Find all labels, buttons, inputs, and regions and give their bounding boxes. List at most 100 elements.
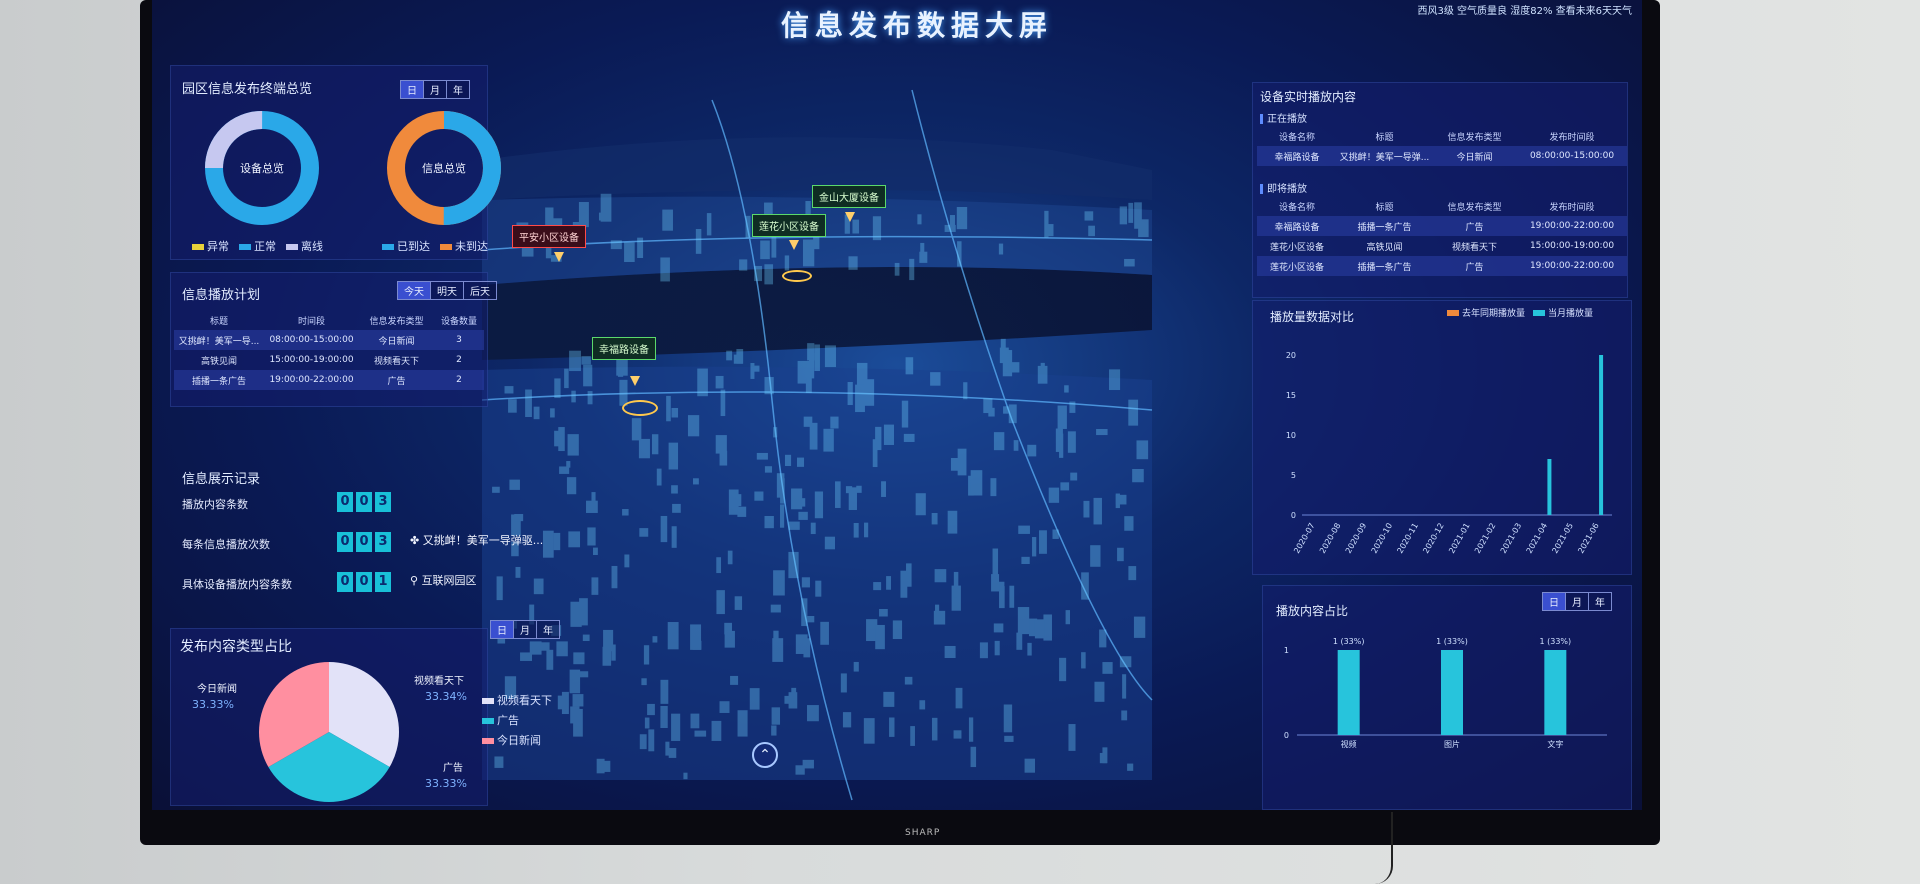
y-tick-label: 0 bbox=[1291, 511, 1296, 520]
ratio-range-toggle: 日 月 年 bbox=[1542, 592, 1612, 611]
pie-label-news: 今日新闻 bbox=[197, 684, 237, 695]
record-counter: 003 bbox=[337, 492, 391, 512]
upcoming-table: 设备名称 标题 信息发布类型 发布时间段 幸福路设备 插播一条广告 广告 19:… bbox=[1257, 196, 1627, 276]
record-label: 播放内容条数 bbox=[182, 498, 248, 511]
x-tick-label: 2020-11 bbox=[1395, 522, 1420, 555]
table-row[interactable]: 莲花小区设备 高铁见闻 视频看天下 15:00:00-19:00:00 bbox=[1257, 236, 1627, 256]
records-title: 信息展示记录 bbox=[182, 472, 261, 487]
pie-label-ad: 广告 bbox=[443, 763, 463, 774]
compare-title: 播放量数据对比 bbox=[1270, 310, 1355, 324]
record-extra[interactable]: ⚲ 互联网园区 bbox=[410, 572, 477, 588]
types-title: 发布内容类型占比 bbox=[180, 639, 292, 655]
plan-title: 信息播放计划 bbox=[182, 288, 261, 303]
pie-value-ad: 33.33% bbox=[425, 777, 467, 790]
table-row[interactable]: 高铁见闻 15:00:00-19:00:00 视频看天下 2 bbox=[174, 350, 484, 370]
record-label: 每条信息播放次数 bbox=[182, 538, 270, 551]
realtime-title: 设备实时播放内容 bbox=[1260, 90, 1357, 104]
table-row[interactable]: 幸福路设备 又挑衅！美军一导弹... 今日新闻 08:00:00-15:00:0… bbox=[1257, 146, 1627, 166]
dashboard-screen: 信息发布数据大屏 西风3级 空气质量良 湿度82% 查看未来6天天气 平安小区设… bbox=[152, 0, 1642, 810]
data-label: 1 (33%) bbox=[1436, 637, 1468, 646]
types-pie bbox=[259, 662, 399, 802]
overview-title: 园区信息发布终端总览 bbox=[182, 82, 313, 97]
plan-table: 标题 时间段 信息发布类型 设备数量 又挑衅！美军一导... 08:00:00-… bbox=[174, 310, 484, 390]
x-tick-label: 文字 bbox=[1547, 739, 1563, 749]
range-year-button[interactable]: 年 bbox=[1589, 593, 1611, 610]
now-playing-table: 设备名称 标题 信息发布类型 发布时间段 幸福路设备 又挑衅！美军一导弹... … bbox=[1257, 126, 1627, 166]
range-day-button[interactable]: 日 bbox=[401, 81, 424, 98]
compare-legend: 去年同期播放量 当月播放量 bbox=[1447, 306, 1593, 319]
table-header-row: 设备名称 标题 信息发布类型 发布时间段 bbox=[1278, 132, 1595, 143]
table-header-row: 标题 时间段 信息发布类型 设备数量 bbox=[209, 316, 477, 327]
ratio-bar-chart: 0 1 1 (33%) 视频 1 (33%) 图片 1 (33%) 文字 bbox=[1284, 637, 1607, 749]
range-month-button[interactable]: 月 bbox=[424, 81, 447, 98]
x-tick-label: 2021-05 bbox=[1550, 522, 1575, 555]
legend-arrived: 已到达 bbox=[382, 238, 430, 254]
marker-pin-icon bbox=[789, 240, 799, 250]
marker-xingfu[interactable]: 幸福路设备 bbox=[592, 337, 656, 360]
day-today-button[interactable]: 今天 bbox=[398, 282, 431, 299]
data-label: 1 (33%) bbox=[1540, 637, 1572, 646]
legend-normal: 正常 bbox=[239, 238, 276, 254]
x-tick-label: 2021-03 bbox=[1499, 522, 1524, 555]
page-title: 信息发布数据大屏 bbox=[780, 9, 1053, 42]
device-overview-label: 设备总览 bbox=[240, 162, 284, 175]
x-tick-label: 2021-02 bbox=[1473, 522, 1498, 555]
range-year-button[interactable]: 年 bbox=[447, 81, 469, 98]
x-tick-label: 2020-10 bbox=[1370, 522, 1395, 555]
day-after-button[interactable]: 后天 bbox=[464, 282, 496, 299]
plan-day-toggle: 今天 明天 后天 bbox=[397, 281, 497, 300]
data-label: 1 (33%) bbox=[1333, 637, 1365, 646]
x-tick-label: 2020-08 bbox=[1318, 522, 1343, 555]
y-tick-label: 10 bbox=[1286, 431, 1296, 440]
pie-value-news: 33.33% bbox=[192, 698, 234, 711]
table-header-row: 设备名称 标题 信息发布类型 发布时间段 bbox=[1278, 202, 1595, 213]
location-icon: ⚲ bbox=[410, 574, 422, 587]
marker-pin-icon bbox=[845, 212, 855, 222]
range-day-button[interactable]: 日 bbox=[491, 621, 514, 638]
grid-icon: ✤ bbox=[410, 534, 423, 547]
marker-lianhua[interactable]: 莲花小区设备 bbox=[752, 214, 826, 237]
legend-video: 视频看天下 bbox=[482, 692, 552, 708]
table-row[interactable]: 又挑衅！美军一导... 08:00:00-15:00:00 今日新闻 3 bbox=[174, 330, 484, 350]
record-counter: 003 bbox=[337, 532, 391, 552]
range-year-button[interactable]: 年 bbox=[537, 621, 559, 638]
range-month-button[interactable]: 月 bbox=[514, 621, 537, 638]
marker-pingan[interactable]: 平安小区设备 bbox=[512, 225, 586, 248]
bar bbox=[1337, 650, 1360, 735]
info-legend: 已到达 未到达 bbox=[382, 238, 488, 254]
scroll-up-button[interactable]: ⌃ bbox=[752, 742, 778, 768]
x-tick-label: 2020-09 bbox=[1344, 522, 1369, 555]
bar bbox=[1441, 650, 1463, 735]
info-overview-label: 信息总览 bbox=[422, 162, 466, 175]
marker-pin-icon bbox=[554, 252, 564, 262]
x-tick-label: 2021-04 bbox=[1525, 522, 1550, 555]
table-row[interactable]: 莲花小区设备 插播一条广告 广告 19:00:00-22:00:00 bbox=[1257, 256, 1627, 276]
y-tick-label: 0 bbox=[1284, 731, 1289, 740]
record-extra[interactable]: ✤ 又挑衅！美军一导弹驱... bbox=[410, 532, 543, 548]
day-tomorrow-button[interactable]: 明天 bbox=[431, 282, 464, 299]
legend-last-year: 去年同期播放量 bbox=[1447, 306, 1525, 319]
location-ring-icon bbox=[622, 400, 658, 416]
range-day-button[interactable]: 日 bbox=[1543, 593, 1566, 610]
bar bbox=[1599, 355, 1604, 515]
legend-this-month: 当月播放量 bbox=[1533, 306, 1593, 319]
x-tick-label: 2021-06 bbox=[1576, 522, 1601, 555]
x-tick-label: 图片 bbox=[1444, 739, 1460, 749]
legend-abnormal: 异常 bbox=[192, 238, 229, 254]
types-legend: 视频看天下 广告 今日新闻 bbox=[482, 692, 552, 748]
range-month-button[interactable]: 月 bbox=[1566, 593, 1589, 610]
weather-info[interactable]: 西风3级 空气质量良 湿度82% 查看未来6天天气 bbox=[1418, 2, 1633, 17]
y-tick-label: 1 bbox=[1284, 646, 1289, 655]
legend-ad: 广告 bbox=[482, 712, 519, 728]
x-tick-label: 2021-01 bbox=[1447, 522, 1472, 555]
y-tick-label: 15 bbox=[1286, 391, 1296, 400]
now-playing-label: 正在播放 bbox=[1260, 110, 1307, 125]
bar bbox=[1547, 459, 1552, 515]
table-row[interactable]: 插播一条广告 19:00:00-22:00:00 广告 2 bbox=[174, 370, 484, 390]
types-range-toggle: 日 月 年 bbox=[490, 620, 560, 639]
location-ring-icon bbox=[782, 270, 812, 282]
table-row[interactable]: 幸福路设备 插播一条广告 广告 19:00:00-22:00:00 bbox=[1257, 216, 1627, 236]
pie-value-video: 33.34% bbox=[425, 690, 467, 703]
record-counter: 001 bbox=[337, 572, 391, 592]
marker-jinshan[interactable]: 金山大厦设备 bbox=[812, 185, 886, 208]
